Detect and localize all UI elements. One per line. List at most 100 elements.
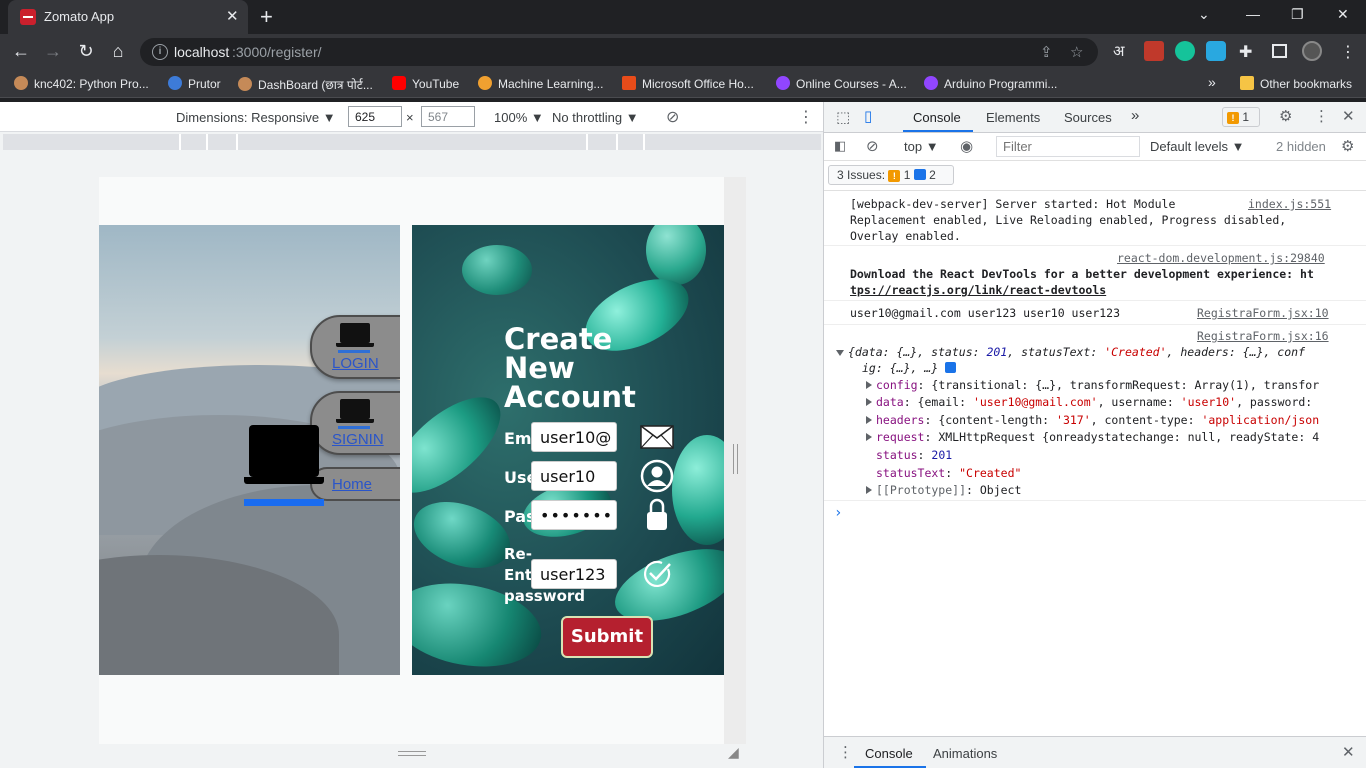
- bookmark-item[interactable]: Machine Learning...: [478, 76, 603, 91]
- login-nav-card[interactable]: LOGIN: [310, 315, 400, 379]
- drawer-tab-console[interactable]: Console: [865, 746, 913, 761]
- tab-elements[interactable]: Elements: [986, 110, 1040, 125]
- devtools-link[interactable]: tps://reactjs.org/link/react-devtools: [850, 283, 1106, 297]
- device-height-input[interactable]: [421, 106, 475, 127]
- extension-pen-icon[interactable]: [1206, 41, 1226, 61]
- close-tab-icon[interactable]: ✕: [226, 7, 239, 25]
- tab-search-icon[interactable]: ⌄: [1198, 6, 1210, 23]
- device-more-icon[interactable]: ⋮: [798, 107, 814, 127]
- settings-gear-icon[interactable]: ⚙: [1279, 107, 1292, 125]
- maximize-icon[interactable]: ❐: [1291, 6, 1304, 23]
- property-config[interactable]: config: {transitional: {…}, transformReq…: [866, 378, 1319, 392]
- close-drawer-icon[interactable]: ✕: [1342, 743, 1355, 761]
- bookmark-item[interactable]: Microsoft Office Ho...: [622, 76, 754, 91]
- property-value: , username:: [1097, 395, 1181, 409]
- home-nav-card[interactable]: Home: [310, 467, 400, 501]
- expand-triangle-icon[interactable]: [866, 381, 872, 389]
- expand-triangle-icon[interactable]: [866, 416, 872, 424]
- bookmark-star-icon[interactable]: ☆: [1070, 43, 1083, 61]
- grammarly-icon[interactable]: [1175, 41, 1195, 61]
- signin-link[interactable]: SIGNIN: [332, 431, 384, 448]
- source-link[interactable]: react-dom.development.js:29840: [1117, 251, 1325, 265]
- context-select[interactable]: top ▼: [904, 139, 939, 154]
- issues-button[interactable]: 3 Issues: ! 1 2: [828, 165, 954, 185]
- log-levels-select[interactable]: Default levels ▼: [1150, 139, 1245, 154]
- property-key: statusText: [876, 466, 946, 480]
- reenter-password-input[interactable]: user123: [531, 559, 617, 589]
- new-tab-icon[interactable]: +: [260, 4, 273, 30]
- email-input[interactable]: user10@: [531, 422, 617, 452]
- password-input[interactable]: •••••••: [531, 500, 617, 530]
- forward-icon[interactable]: →: [42, 41, 64, 62]
- devtools-menu-icon[interactable]: ⋮: [1314, 107, 1329, 125]
- property-data[interactable]: data: {email: 'user10@gmail.com', userna…: [866, 395, 1312, 409]
- reload-icon[interactable]: ↻: [75, 41, 97, 62]
- tab-sources[interactable]: Sources: [1064, 110, 1112, 125]
- side-panel-icon[interactable]: [1272, 44, 1287, 58]
- submit-button[interactable]: Submit: [561, 616, 653, 658]
- translate-icon[interactable]: अ: [1113, 41, 1124, 61]
- source-link[interactable]: RegistraForm.jsx:10: [1197, 306, 1329, 320]
- close-devtools-icon[interactable]: ✕: [1342, 107, 1355, 125]
- clear-console-icon[interactable]: ⊘: [866, 137, 879, 155]
- object-summary[interactable]: {data: {…}, status: 201, statusText: 'Cr…: [836, 345, 1305, 359]
- resize-handle-right[interactable]: [733, 444, 738, 474]
- property-request[interactable]: request: XMLHttpRequest {onreadystatecha…: [866, 430, 1319, 444]
- zoom-select[interactable]: 100% ▼: [494, 110, 544, 125]
- resize-handle-bottom[interactable]: [398, 751, 426, 756]
- back-icon[interactable]: ←: [10, 41, 32, 62]
- bookmark-item[interactable]: DashBoard (छात्र पोर्ट...: [238, 76, 373, 93]
- property-prototype[interactable]: [[Prototype]]: Object: [866, 483, 1021, 497]
- username-input[interactable]: user10: [531, 461, 617, 491]
- home-link[interactable]: Home: [332, 476, 372, 493]
- resize-corner-icon[interactable]: ◢: [728, 744, 739, 761]
- expand-triangle-icon[interactable]: [866, 433, 872, 441]
- profile-avatar[interactable]: [1302, 41, 1322, 61]
- expand-triangle-icon[interactable]: [866, 486, 872, 494]
- close-window-icon[interactable]: ✕: [1337, 6, 1349, 23]
- browser-menu-icon[interactable]: ⋮: [1340, 42, 1356, 62]
- extension-book-icon[interactable]: [1144, 41, 1164, 61]
- more-tabs-icon[interactable]: »: [1131, 107, 1139, 124]
- browser-tab[interactable]: Zomato App ✕: [8, 0, 248, 34]
- throttling-select[interactable]: No throttling ▼: [552, 110, 639, 125]
- address-bar[interactable]: i localhost :3000/register/ ⇪ ☆: [140, 38, 1098, 66]
- site-info-icon[interactable]: i: [152, 44, 168, 60]
- ruler-tick: [586, 134, 588, 150]
- tab-console[interactable]: Console: [913, 110, 961, 125]
- issue-counter[interactable]: ! 1: [1222, 107, 1260, 127]
- minimize-icon[interactable]: —: [1246, 6, 1260, 22]
- console-prompt-icon[interactable]: ›: [834, 505, 842, 521]
- expand-triangle-icon[interactable]: [836, 350, 844, 356]
- dimensions-select[interactable]: Dimensions: Responsive ▼: [176, 110, 336, 125]
- sidebar-toggle-icon[interactable]: ◧: [834, 138, 846, 154]
- bookmark-item[interactable]: knc402: Python Pro...: [14, 76, 149, 91]
- property-key: status: [876, 448, 918, 462]
- login-link[interactable]: LOGIN: [332, 355, 379, 372]
- bookmark-item[interactable]: Prutor: [168, 76, 221, 91]
- signin-nav-card[interactable]: SIGNIN: [310, 391, 400, 455]
- inspect-element-icon[interactable]: ⬚: [836, 108, 850, 126]
- decor-blob: [646, 225, 706, 285]
- source-link[interactable]: RegistraForm.jsx:16: [1197, 329, 1329, 343]
- other-bookmarks[interactable]: Other bookmarks: [1240, 76, 1352, 91]
- console-settings-icon[interactable]: ⚙: [1341, 137, 1354, 155]
- drawer-tab-animations[interactable]: Animations: [933, 746, 997, 761]
- live-expression-eye-icon[interactable]: ◉: [960, 137, 973, 155]
- property-headers[interactable]: headers: {content-length: '317', content…: [866, 413, 1319, 427]
- source-link[interactable]: index.js:551: [1248, 197, 1331, 211]
- media-query-ruler[interactable]: [3, 134, 821, 150]
- drawer-menu-icon[interactable]: ⋮: [838, 743, 853, 761]
- share-icon[interactable]: ⇪: [1040, 43, 1053, 61]
- device-width-input[interactable]: [348, 106, 402, 127]
- extensions-puzzle-icon[interactable]: ✚: [1239, 42, 1252, 62]
- home-icon[interactable]: ⌂: [107, 41, 129, 62]
- bookmarks-overflow-icon[interactable]: »: [1208, 74, 1216, 90]
- bookmark-item[interactable]: YouTube: [392, 76, 459, 91]
- rotate-icon[interactable]: ⊘: [666, 107, 679, 127]
- console-filter-input[interactable]: [996, 136, 1140, 157]
- bookmark-item[interactable]: Arduino Programmi...: [924, 76, 1057, 91]
- bookmark-item[interactable]: Online Courses - A...: [776, 76, 907, 91]
- expand-triangle-icon[interactable]: [866, 398, 872, 406]
- device-toggle-icon[interactable]: ▯: [864, 107, 872, 125]
